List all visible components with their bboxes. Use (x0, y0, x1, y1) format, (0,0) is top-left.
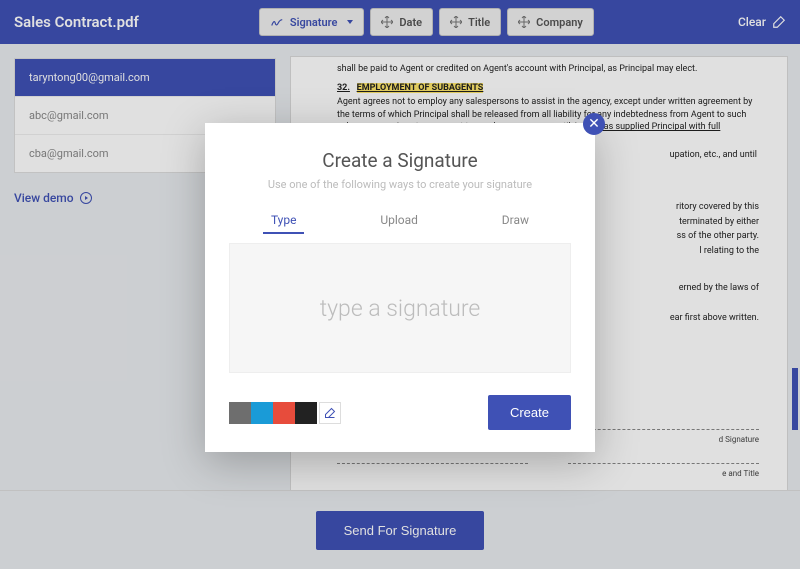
modal-close-button[interactable]: ✕ (583, 113, 605, 135)
create-signature-button[interactable]: Create (488, 395, 571, 430)
close-icon: ✕ (588, 116, 600, 132)
signature-placeholder: type a signature (320, 295, 481, 322)
color-swatch-red[interactable] (273, 402, 295, 424)
modal-tabs: Type Upload Draw (229, 209, 571, 233)
color-swatches (229, 402, 341, 424)
tab-draw[interactable]: Draw (494, 209, 537, 233)
tab-upload[interactable]: Upload (372, 209, 426, 233)
modal-overlay[interactable]: ✕ Create a Signature Use one of the foll… (0, 0, 800, 569)
tab-type[interactable]: Type (263, 209, 305, 233)
eraser-button[interactable] (319, 402, 341, 424)
color-swatch-gray[interactable] (229, 402, 251, 424)
color-swatch-blue[interactable] (251, 402, 273, 424)
modal-subtitle: Use one of the following ways to create … (229, 178, 571, 191)
color-swatch-black[interactable] (295, 402, 317, 424)
eraser-icon (324, 407, 336, 419)
modal-title: Create a Signature (229, 149, 571, 172)
create-signature-modal: ✕ Create a Signature Use one of the foll… (205, 123, 595, 452)
signature-input-area[interactable]: type a signature (229, 243, 571, 373)
modal-footer: Create (229, 395, 571, 430)
